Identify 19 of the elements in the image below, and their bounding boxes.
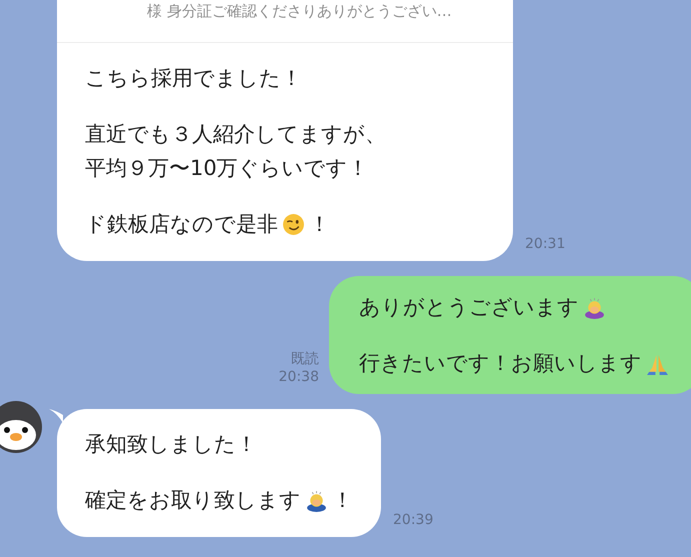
message-time: 20:38 xyxy=(278,368,319,386)
message-time: 20:39 xyxy=(393,511,434,529)
message-text: ありがとうございます xyxy=(359,294,579,321)
message-text: 承知致しました！ xyxy=(85,431,257,458)
bowing-person-icon xyxy=(583,296,606,318)
penguin-avatar[interactable] xyxy=(0,401,42,453)
message-text: 行きたいです！お願いします xyxy=(359,350,642,377)
bowing-person-icon xyxy=(305,488,328,512)
message-text: ！ xyxy=(309,211,330,238)
quoted-message-text[interactable]: 様 身分証ご確認くださりありがとうござい… xyxy=(57,0,513,43)
message-text: ド鉄板店なので是非 xyxy=(85,211,278,238)
message-text: 確定をお取り致します xyxy=(85,487,301,514)
message-text: こちら採用でました！ xyxy=(85,65,302,92)
message-text: 直近でも３人紹介してますが、 xyxy=(85,121,386,148)
winking-face-icon xyxy=(282,212,305,236)
read-receipt: 既読 xyxy=(291,350,319,368)
message-time: 20:31 xyxy=(525,235,566,253)
message-text: 平均９万〜10万ぐらいです！ xyxy=(85,155,369,182)
message-text: ！ xyxy=(332,487,353,514)
